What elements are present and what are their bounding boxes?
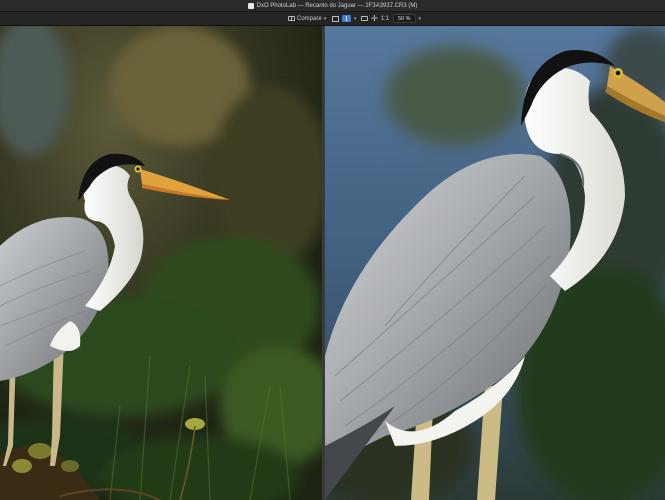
fit-crosshair-icon[interactable]: ✛ — [371, 14, 378, 23]
single-view-icon[interactable] — [332, 15, 339, 22]
window-title: DxO PhotoLab — Recanto do Jaguar — 2F3A3… — [256, 2, 418, 9]
heron-photo-original-wide — [0, 26, 322, 500]
compare-label: Compare — [297, 15, 322, 22]
zoom-field[interactable]: 50 % — [393, 14, 416, 23]
title-bar: DxO PhotoLab — Recanto do Jaguar — 2F3A3… — [0, 0, 665, 12]
compare-icon — [288, 16, 295, 21]
zoom-1-1-button[interactable]: 1:1 — [381, 16, 389, 22]
view-mode-chevron-icon[interactable]: ▾ — [354, 16, 357, 22]
zoom-chevron-icon[interactable]: ▾ — [419, 16, 422, 22]
side-by-side-icon[interactable] — [342, 15, 351, 22]
zoom-value: 50 % — [398, 15, 411, 22]
loupe-icon[interactable] — [361, 16, 368, 21]
right-image-pane[interactable] — [325, 26, 665, 500]
dxo-app-icon — [247, 2, 254, 9]
left-image-pane[interactable] — [0, 26, 322, 500]
compare-button[interactable]: Compare ▾ — [288, 16, 326, 22]
toolbar: Compare ▾ ▾ ✛ 1:1 50 % ▾ — [0, 12, 665, 26]
heron-photo-zoomed — [325, 26, 665, 500]
chevron-down-icon: ▾ — [323, 15, 327, 22]
image-viewer — [0, 26, 665, 500]
